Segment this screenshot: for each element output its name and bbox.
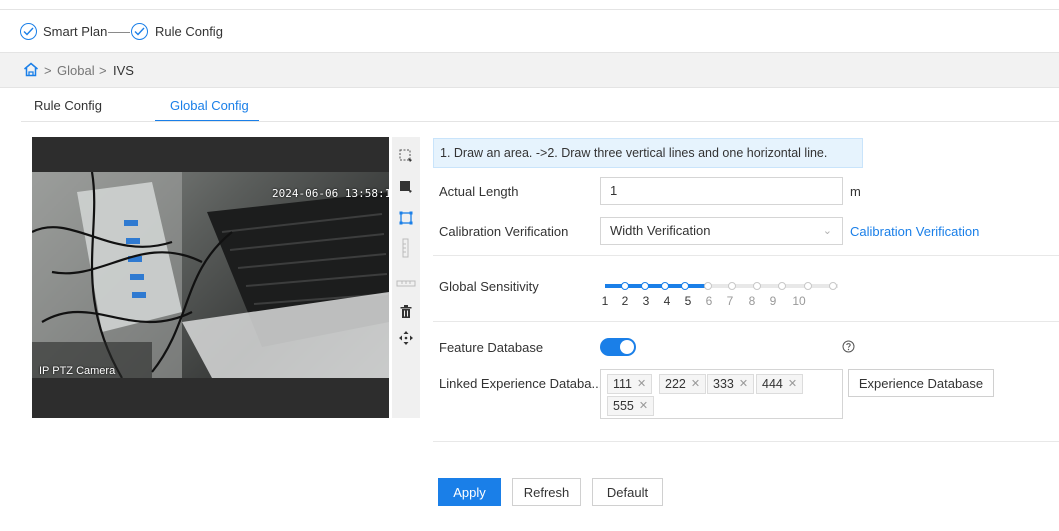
- step-connector: [108, 32, 130, 33]
- tag-label: 111: [613, 377, 633, 391]
- breadcrumb-separator: >: [99, 63, 107, 78]
- actual-length-input[interactable]: 1: [600, 177, 843, 205]
- tag-chip: 555 ✕: [607, 396, 655, 416]
- actual-length-unit: m: [850, 184, 861, 199]
- sensitivity-tick-6: 6: [705, 294, 713, 308]
- move-icon[interactable]: [392, 325, 420, 351]
- tag-chip: 111 ✕: [607, 374, 653, 394]
- tag-label: 555: [613, 399, 634, 413]
- feature-database-label: Feature Database: [439, 340, 544, 355]
- calibration-verification-link[interactable]: Calibration Verification: [850, 224, 979, 239]
- step-smart-plan[interactable]: Smart Plan: [43, 24, 107, 39]
- sensitivity-tick-10: 10: [792, 294, 806, 308]
- step-check-icon: [20, 23, 37, 40]
- horizontal-ruler-icon[interactable]: [392, 271, 420, 297]
- clear-area-icon[interactable]: [392, 174, 420, 200]
- sensitivity-tick-7: 7: [726, 294, 734, 308]
- linked-experience-database-label: Linked Experience Databa...: [439, 376, 603, 391]
- remove-tag-icon[interactable]: ✕: [691, 375, 700, 393]
- breadcrumb-global[interactable]: Global: [57, 63, 95, 78]
- sensitivity-tick-4: 4: [663, 294, 671, 308]
- sensitivity-tick-3: 3: [642, 294, 650, 308]
- sensitivity-tick-1: 1: [601, 294, 609, 308]
- calibration-verification-label: Calibration Verification: [439, 224, 569, 239]
- tag-label: 222: [665, 377, 686, 391]
- drawing-toolbar: [392, 137, 420, 418]
- draw-area-icon[interactable]: [392, 143, 420, 169]
- osd-timestamp: 2024-06-06 13:58:10: [272, 187, 389, 200]
- actual-length-label: Actual Length: [439, 184, 519, 199]
- global-sensitivity-label: Global Sensitivity: [439, 279, 539, 294]
- toggle-knob: [620, 340, 634, 354]
- breadcrumb: > Global > IVS: [0, 53, 1059, 88]
- tag-chip: 444 ✕: [756, 374, 804, 394]
- sensitivity-tick-8: 8: [748, 294, 756, 308]
- tag-chip: 222 ✕: [659, 374, 707, 394]
- sensitivity-tick-5: 5: [684, 294, 692, 308]
- rectangle-icon[interactable]: [392, 205, 420, 231]
- osd-camera-name: IP PTZ Camera: [39, 365, 116, 377]
- section-divider: [433, 321, 1059, 322]
- step-check-icon: [131, 23, 148, 40]
- tag-label: 333: [713, 377, 734, 391]
- chevron-down-icon: ⌄: [822, 225, 832, 237]
- remove-tag-icon[interactable]: ✕: [639, 397, 648, 415]
- tabs-divider: [21, 121, 1059, 122]
- tab-rule-config[interactable]: Rule Config: [34, 98, 102, 113]
- linked-database-tag-input[interactable]: 111 ✕ 222 ✕ 333 ✕ 444 ✕ 555 ✕: [600, 369, 843, 419]
- breadcrumb-ivs: IVS: [113, 63, 134, 78]
- vertical-ruler-icon[interactable]: [392, 235, 420, 261]
- section-divider: [433, 255, 1059, 256]
- remove-tag-icon[interactable]: ✕: [739, 375, 748, 393]
- calibration-select-value: Width Verification: [610, 223, 711, 238]
- feature-database-toggle[interactable]: [600, 338, 636, 356]
- tab-global-config[interactable]: Global Config: [170, 98, 249, 113]
- tag-label: 444: [762, 377, 783, 391]
- default-button[interactable]: Default: [592, 478, 663, 506]
- help-icon[interactable]: [842, 340, 855, 356]
- sensitivity-tick-9: 9: [769, 294, 777, 308]
- sensitivity-slider[interactable]: 1 2 3 4 5 6 7 8 9 10: [600, 282, 845, 312]
- section-divider: [433, 441, 1059, 442]
- experience-database-button[interactable]: Experience Database: [848, 369, 994, 397]
- home-icon[interactable]: [23, 62, 39, 80]
- steps-bar: Smart Plan Rule Config: [0, 9, 1059, 53]
- instruction-hint: 1. Draw an area. ->2. Draw three vertica…: [433, 138, 863, 168]
- remove-tag-icon[interactable]: ✕: [637, 375, 646, 393]
- sensitivity-tick-2: 2: [621, 294, 629, 308]
- apply-button[interactable]: Apply: [438, 478, 501, 506]
- remove-tag-icon[interactable]: ✕: [788, 375, 797, 393]
- video-preview[interactable]: 2024-06-06 13:58:10 IP PTZ Camera: [32, 137, 389, 418]
- step-rule-config[interactable]: Rule Config: [155, 24, 223, 39]
- delete-icon[interactable]: [392, 298, 420, 324]
- breadcrumb-separator: >: [44, 63, 52, 78]
- refresh-button[interactable]: Refresh: [512, 478, 581, 506]
- camera-scene: [32, 172, 389, 378]
- tag-chip: 333 ✕: [707, 374, 755, 394]
- calibration-verification-select[interactable]: Width Verification ⌄: [600, 217, 843, 245]
